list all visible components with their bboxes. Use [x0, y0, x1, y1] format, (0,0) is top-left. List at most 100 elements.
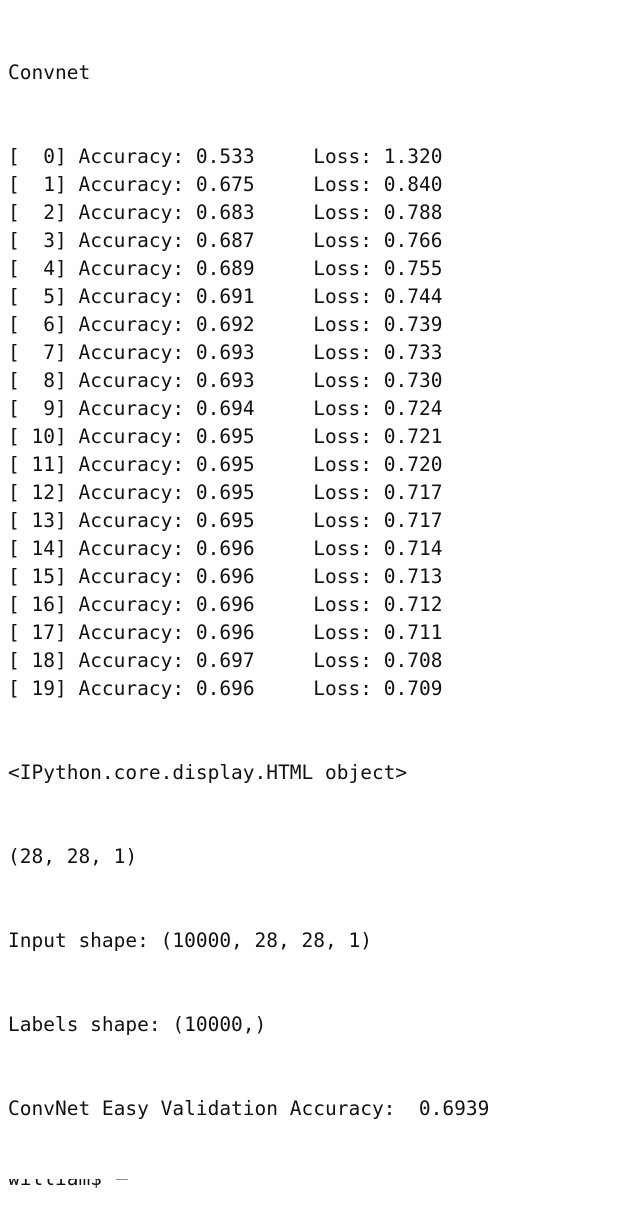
epoch-line: [ 3] Accuracy: 0.687 Loss: 0.766 — [8, 227, 618, 255]
epoch-line: [ 11] Accuracy: 0.695 Loss: 0.720 — [8, 451, 618, 479]
accuracy-label: Accuracy: — [78, 145, 185, 168]
epoch-index: [ 8] — [8, 369, 67, 392]
loss-value: 0.714 — [383, 537, 443, 560]
accuracy-value: 0.692 — [195, 313, 255, 336]
accuracy-label: Accuracy: — [78, 425, 185, 448]
accuracy-label: Accuracy: — [78, 369, 185, 392]
accuracy-label: Accuracy: — [78, 537, 185, 560]
terminal-output: Convnet [ 0] Accuracy: 0.533 Loss: 1.320… — [8, 3, 618, 1217]
loss-label: Loss: — [313, 341, 372, 364]
epoch-line: [ 6] Accuracy: 0.692 Loss: 0.739 — [8, 311, 618, 339]
labels-shape-line: Labels shape: (10000,) — [8, 1013, 267, 1036]
accuracy-value: 0.675 — [195, 173, 255, 196]
loss-label: Loss: — [313, 509, 372, 532]
loss-value: 0.708 — [383, 649, 443, 672]
accuracy-value: 0.696 — [195, 621, 255, 644]
epoch-line: [ 18] Accuracy: 0.697 Loss: 0.708 — [8, 647, 618, 675]
accuracy-value: 0.696 — [195, 537, 255, 560]
epoch-line: [ 9] Accuracy: 0.694 Loss: 0.724 — [8, 395, 618, 423]
accuracy-value: 0.693 — [195, 369, 255, 392]
loss-label: Loss: — [313, 313, 372, 336]
loss-value: 0.766 — [383, 229, 443, 252]
accuracy-label: Accuracy: — [78, 649, 185, 672]
accuracy-label: Accuracy: — [78, 285, 185, 308]
cursor-block — [115, 1179, 128, 1180]
epoch-line: [ 10] Accuracy: 0.695 Loss: 0.721 — [8, 423, 618, 451]
epoch-index: [ 13] — [8, 509, 67, 532]
accuracy-value: 0.689 — [195, 257, 255, 280]
epoch-index: [ 17] — [8, 621, 67, 644]
loss-label: Loss: — [313, 593, 372, 616]
loss-value: 0.721 — [383, 425, 443, 448]
epoch-line: [ 19] Accuracy: 0.696 Loss: 0.709 — [8, 675, 618, 703]
loss-label: Loss: — [313, 145, 372, 168]
accuracy-label: Accuracy: — [78, 257, 185, 280]
epoch-index: [ 19] — [8, 677, 67, 700]
loss-value: 0.717 — [383, 481, 443, 504]
epoch-line: [ 17] Accuracy: 0.696 Loss: 0.711 — [8, 619, 618, 647]
epoch-index: [ 6] — [8, 313, 67, 336]
loss-label: Loss: — [313, 649, 372, 672]
accuracy-value: 0.696 — [195, 677, 255, 700]
epoch-line: [ 7] Accuracy: 0.693 Loss: 0.733 — [8, 339, 618, 367]
loss-label: Loss: — [313, 201, 372, 224]
loss-label: Loss: — [313, 173, 372, 196]
shell-prompt[interactable]: william$ — [8, 1179, 618, 1189]
loss-label: Loss: — [313, 425, 372, 448]
epoch-line: [ 16] Accuracy: 0.696 Loss: 0.712 — [8, 591, 618, 619]
loss-label: Loss: — [313, 453, 372, 476]
loss-value: 0.711 — [383, 621, 443, 644]
loss-value: 0.744 — [383, 285, 443, 308]
epoch-index: [ 5] — [8, 285, 67, 308]
prompt-text: william$ — [8, 1179, 114, 1189]
accuracy-value: 0.695 — [195, 425, 255, 448]
loss-label: Loss: — [313, 369, 372, 392]
epoch-line: [ 2] Accuracy: 0.683 Loss: 0.788 — [8, 199, 618, 227]
epoch-line: [ 15] Accuracy: 0.696 Loss: 0.713 — [8, 563, 618, 591]
input-shape-line: Input shape: (10000, 28, 28, 1) — [8, 929, 372, 952]
accuracy-value: 0.697 — [195, 649, 255, 672]
loss-label: Loss: — [313, 397, 372, 420]
accuracy-value: 0.695 — [195, 453, 255, 476]
accuracy-label: Accuracy: — [78, 509, 185, 532]
epoch-index: [ 4] — [8, 257, 67, 280]
accuracy-label: Accuracy: — [78, 621, 185, 644]
accuracy-value: 0.691 — [195, 285, 255, 308]
loss-value: 0.720 — [383, 453, 443, 476]
epoch-line: [ 0] Accuracy: 0.533 Loss: 1.320 — [8, 143, 618, 171]
loss-value: 0.713 — [383, 565, 443, 588]
validation-accuracy-line: ConvNet Easy Validation Accuracy: 0.6939 — [8, 1097, 490, 1120]
epoch-index: [ 0] — [8, 145, 67, 168]
epoch-line: [ 8] Accuracy: 0.693 Loss: 0.730 — [8, 367, 618, 395]
accuracy-value: 0.696 — [195, 593, 255, 616]
epoch-index: [ 18] — [8, 649, 67, 672]
loss-label: Loss: — [313, 621, 372, 644]
epoch-index: [ 11] — [8, 453, 67, 476]
accuracy-value: 0.693 — [195, 341, 255, 364]
accuracy-value: 0.695 — [195, 509, 255, 532]
accuracy-label: Accuracy: — [78, 481, 185, 504]
epoch-index: [ 14] — [8, 537, 67, 560]
accuracy-value: 0.533 — [195, 145, 255, 168]
accuracy-label: Accuracy: — [78, 397, 185, 420]
epoch-line: [ 5] Accuracy: 0.691 Loss: 0.744 — [8, 283, 618, 311]
loss-label: Loss: — [313, 285, 372, 308]
prompt-clip: william$ — [8, 1179, 128, 1189]
accuracy-label: Accuracy: — [78, 677, 185, 700]
accuracy-label: Accuracy: — [78, 593, 185, 616]
epoch-line: [ 14] Accuracy: 0.696 Loss: 0.714 — [8, 535, 618, 563]
accuracy-label: Accuracy: — [78, 341, 185, 364]
accuracy-label: Accuracy: — [78, 201, 185, 224]
loss-value: 1.320 — [383, 145, 443, 168]
epoch-line: [ 4] Accuracy: 0.689 Loss: 0.755 — [8, 255, 618, 283]
epoch-index: [ 16] — [8, 593, 67, 616]
loss-label: Loss: — [313, 229, 372, 252]
accuracy-value: 0.696 — [195, 565, 255, 588]
loss-label: Loss: — [313, 677, 372, 700]
accuracy-value: 0.695 — [195, 481, 255, 504]
accuracy-label: Accuracy: — [78, 453, 185, 476]
epoch-index: [ 7] — [8, 341, 67, 364]
accuracy-label: Accuracy: — [78, 313, 185, 336]
epoch-index: [ 3] — [8, 229, 67, 252]
accuracy-value: 0.683 — [195, 201, 255, 224]
